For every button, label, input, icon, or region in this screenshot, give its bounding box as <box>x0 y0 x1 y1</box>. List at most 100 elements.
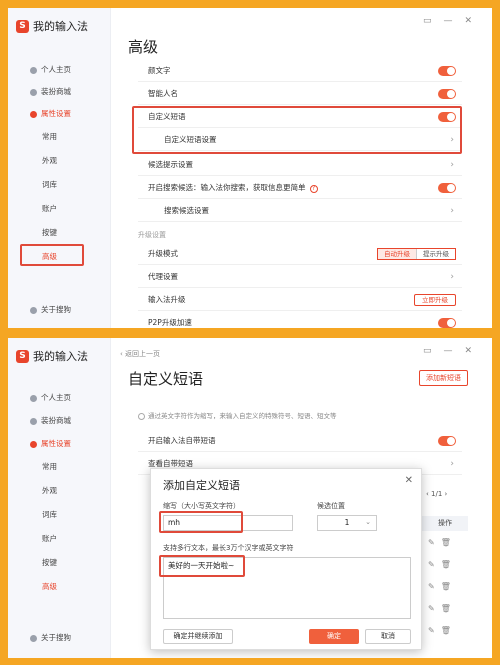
cancel-button[interactable]: 取消 <box>365 629 411 644</box>
confirm-continue-button[interactable]: 确定并继续添加 <box>163 629 233 644</box>
delete-icon[interactable]: 🗑 <box>441 604 457 613</box>
highlight-box <box>159 511 243 533</box>
brand: S 我的输入法 <box>16 18 88 34</box>
toggle-switch[interactable] <box>438 66 456 76</box>
sidebar-item-store[interactable]: 装扮商城 <box>8 82 110 102</box>
chevron-right-icon: › <box>450 160 454 170</box>
settings-window-custom-phrase: S 我的输入法 个人主页 装扮商城 属性设置 常用 外观 词库 账户 按键 高级… <box>8 338 492 658</box>
user-icon <box>30 67 37 74</box>
row-search-candidate: 开启搜索候选：输入法你搜索，获取信息更简单? <box>138 177 462 199</box>
info-icon <box>30 635 37 642</box>
page-title: 高级 <box>128 38 159 56</box>
sidebar-item-keys[interactable]: 按键 <box>8 553 110 573</box>
upgrade-now-button[interactable]: 立即升级 <box>414 294 456 306</box>
brand-text: 我的输入法 <box>33 350 88 363</box>
row-builtin-phrase: 开启输入法自带短语 <box>138 430 462 452</box>
window-controls[interactable]: ▭—✕ <box>423 346 484 356</box>
add-phrase-dialog: 添加自定义短语 ✕ 缩写（大小写英文字符） mh 候选位置 1 ⌄ 支持多行文本，… <box>150 468 422 650</box>
row-candidate-hint[interactable]: 候选提示设置 › <box>138 154 462 176</box>
close-icon[interactable]: ✕ <box>405 475 413 486</box>
dialog-title: 添加自定义短语 <box>163 479 240 492</box>
highlight-box <box>159 555 245 577</box>
sidebar-item-keys[interactable]: 按键 <box>8 223 110 243</box>
sidebar-item-store[interactable]: 装扮商城 <box>8 411 110 431</box>
edit-icon[interactable]: ✎ <box>428 626 441 635</box>
row-upgrade-mode: 升级模式 自动升级 提示升级 <box>138 243 462 265</box>
sidebar-item-appearance[interactable]: 外观 <box>8 481 110 501</box>
sidebar-item-common[interactable]: 常用 <box>8 127 110 147</box>
sidebar-item-advanced[interactable]: 高级 <box>8 577 110 597</box>
user-icon <box>30 395 37 402</box>
minimize-to-tray-icon[interactable]: ▭ <box>423 16 444 26</box>
brand: S 我的输入法 <box>16 348 88 364</box>
close-icon[interactable]: ✕ <box>464 16 484 26</box>
row-search-candidate-settings[interactable]: 搜索候选设置 › <box>138 200 462 222</box>
close-icon[interactable]: ✕ <box>464 346 484 356</box>
sidebar-item-account[interactable]: 账户 <box>8 529 110 549</box>
edit-icon[interactable]: ✎ <box>428 560 441 569</box>
minimize-to-tray-icon[interactable]: ▭ <box>423 346 444 356</box>
window-controls[interactable]: ▭—✕ <box>423 16 484 26</box>
settings-window-advanced: S 我的输入法 个人主页 装扮商城 属性设置 常用 外观 词库 账户 按键 高级… <box>8 8 492 328</box>
sidebar-item-account[interactable]: 账户 <box>8 199 110 219</box>
row-actions[interactable]: ✎🗑 <box>428 538 468 547</box>
info-icon <box>30 307 37 314</box>
highlight-box <box>20 244 84 266</box>
option-prompt-upgrade[interactable]: 提示升级 <box>416 249 455 259</box>
ops-column-header: 操作 <box>422 516 468 531</box>
position-select[interactable]: 1 ⌄ <box>317 515 377 531</box>
toggle-switch[interactable] <box>438 183 456 193</box>
sogou-logo-icon: S <box>16 349 29 363</box>
row-actions[interactable]: ✎🗑 <box>428 560 468 569</box>
chevron-right-icon: › <box>450 459 454 469</box>
sidebar-item-common[interactable]: 常用 <box>8 457 110 477</box>
sidebar-item-about[interactable]: 关于搜狗 <box>8 300 110 320</box>
row-actions[interactable]: ✎🗑 <box>428 604 468 613</box>
delete-icon[interactable]: 🗑 <box>441 582 457 591</box>
row-ime-upgrade: 输入法升级 立即升级 <box>138 289 462 311</box>
toggle-switch[interactable] <box>438 318 456 328</box>
hint-text: 通过英文字符作为缩写，来输入自定义的特殊符号、短语、短文等 <box>138 410 337 420</box>
shop-icon <box>30 418 37 425</box>
settings-icon <box>30 111 37 118</box>
row-actions[interactable]: ✎🗑 <box>428 626 468 635</box>
edit-icon[interactable]: ✎ <box>428 582 441 591</box>
sidebar: S 我的输入法 个人主页 装扮商城 属性设置 常用 外观 词库 账户 按键 高级… <box>8 8 111 328</box>
minimize-icon[interactable]: — <box>443 346 464 356</box>
delete-icon[interactable]: 🗑 <box>441 560 457 569</box>
sidebar-item-home[interactable]: 个人主页 <box>8 60 110 80</box>
row-actions[interactable]: ✎🗑 <box>428 582 468 591</box>
chevron-right-icon: › <box>450 272 454 282</box>
sidebar-item-appearance[interactable]: 外观 <box>8 151 110 171</box>
option-auto-upgrade[interactable]: 自动升级 <box>378 249 416 259</box>
chevron-down-icon: ⌄ <box>365 518 371 526</box>
row-proxy[interactable]: 代理设置 › <box>138 266 462 288</box>
pager[interactable]: ‹ 1/1 › <box>426 490 447 498</box>
brand-text: 我的输入法 <box>33 20 88 33</box>
sidebar-item-about[interactable]: 关于搜狗 <box>8 628 110 648</box>
chevron-right-icon: › <box>450 206 454 216</box>
toggle-switch[interactable] <box>438 89 456 99</box>
sidebar-item-properties[interactable]: 属性设置 <box>8 434 110 454</box>
row-smart-name: 智能人名 <box>138 83 462 105</box>
edit-icon[interactable]: ✎ <box>428 538 441 547</box>
sidebar-item-home[interactable]: 个人主页 <box>8 388 110 408</box>
edit-icon[interactable]: ✎ <box>428 604 441 613</box>
delete-icon[interactable]: 🗑 <box>441 626 457 635</box>
toggle-switch[interactable] <box>438 436 456 446</box>
sidebar-item-dictionary[interactable]: 词库 <box>8 175 110 195</box>
sogou-logo-icon: S <box>16 19 29 33</box>
help-icon[interactable]: ? <box>309 185 318 193</box>
row-p2p: P2P升级加速 <box>138 312 462 328</box>
confirm-button[interactable]: 确定 <box>309 629 359 644</box>
delete-icon[interactable]: 🗑 <box>441 538 457 547</box>
sidebar-item-dictionary[interactable]: 词库 <box>8 505 110 525</box>
upgrade-mode-selector[interactable]: 自动升级 提示升级 <box>377 248 456 260</box>
add-phrase-button[interactable]: 添加新短语 <box>419 370 468 386</box>
settings-icon <box>30 441 37 448</box>
info-icon <box>138 412 145 420</box>
sidebar: S 我的输入法 个人主页 装扮商城 属性设置 常用 外观 词库 账户 按键 高级… <box>8 338 111 658</box>
sidebar-item-properties[interactable]: 属性设置 <box>8 104 110 124</box>
back-link[interactable]: ‹ 返回上一页 <box>120 349 160 359</box>
minimize-icon[interactable]: — <box>443 16 464 26</box>
